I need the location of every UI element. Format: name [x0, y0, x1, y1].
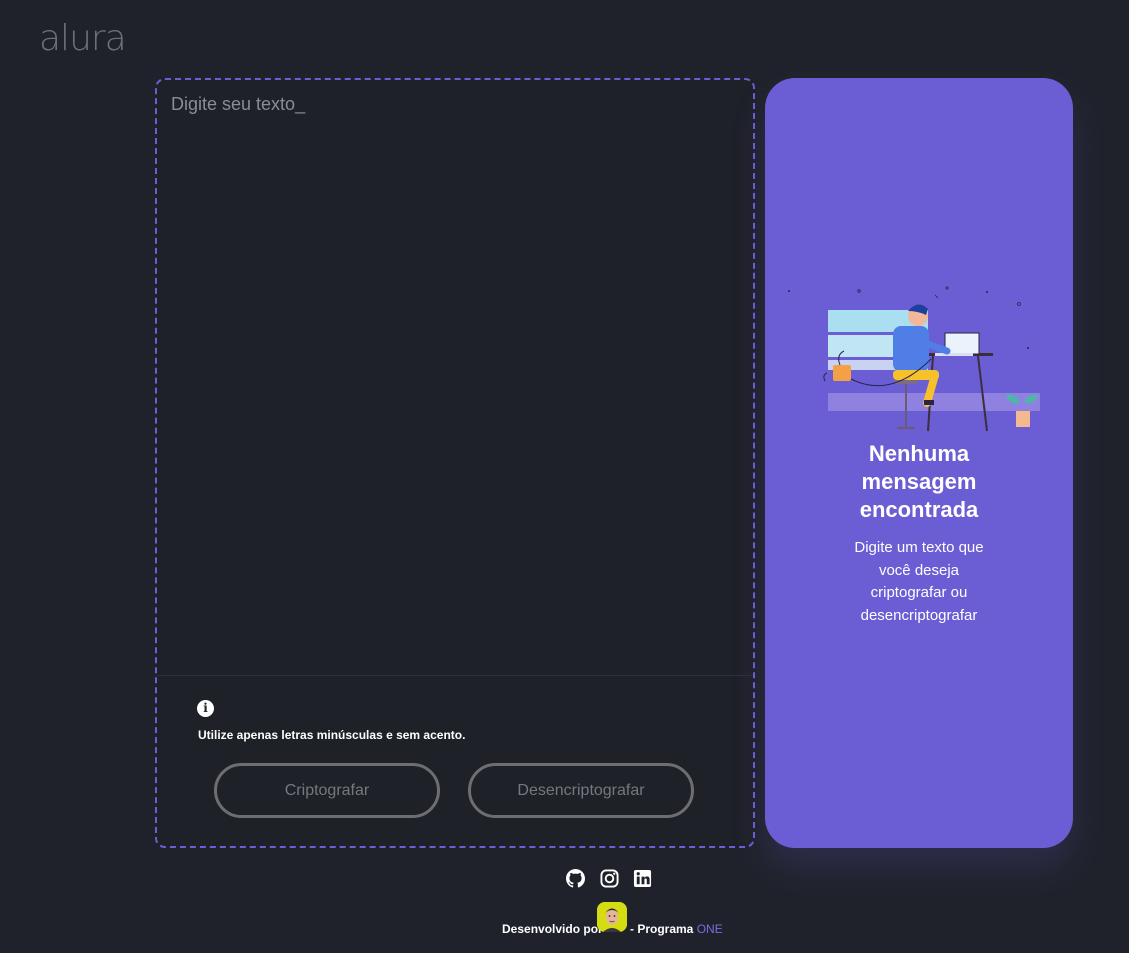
avatar-face-icon [597, 902, 627, 932]
no-message-subtitle: Digite um texto que você deseja criptogr… [765, 537, 1073, 627]
input-panel: i Utilize apenas letras minúsculas e sem… [155, 78, 755, 848]
person-at-laptop-illustration [788, 286, 1040, 432]
subtitle-line: Digite um texto que [854, 539, 984, 556]
instagram-icon[interactable] [600, 869, 619, 888]
subtitle-line: criptografar ou [870, 584, 968, 601]
linkedin-icon[interactable] [633, 869, 652, 888]
program-one-link[interactable]: ONE [697, 922, 723, 936]
footer-prefix: Desenvolvido por [502, 922, 603, 936]
divider [157, 675, 753, 676]
footer-middle: - Programa [630, 922, 694, 936]
decrypt-button[interactable]: Desencriptografar [468, 763, 694, 818]
title-line: encontrada [859, 497, 979, 522]
subtitle-line: desencriptografar [860, 606, 978, 624]
footer-program: - Programa ONE [630, 922, 723, 936]
alura-logo[interactable]: alura [39, 18, 127, 59]
page: alura i Utilize apenas letras minúsculas… [0, 0, 1129, 953]
info-text: Utilize apenas letras minúsculas e sem a… [198, 728, 466, 742]
info-icon: i [197, 700, 214, 717]
no-message-title: Nenhuma mensagem encontrada [765, 440, 1073, 524]
github-icon[interactable] [566, 869, 585, 888]
title-line: mensagem [861, 469, 977, 494]
output-panel: Nenhuma mensagem encontrada Digite um te… [765, 78, 1073, 848]
subtitle-line: você deseja [878, 561, 960, 579]
developer-avatar[interactable] [597, 902, 627, 932]
title-line: Nenhuma [868, 441, 970, 466]
encrypt-button[interactable]: Criptografar [214, 763, 440, 818]
text-input[interactable] [169, 92, 743, 666]
